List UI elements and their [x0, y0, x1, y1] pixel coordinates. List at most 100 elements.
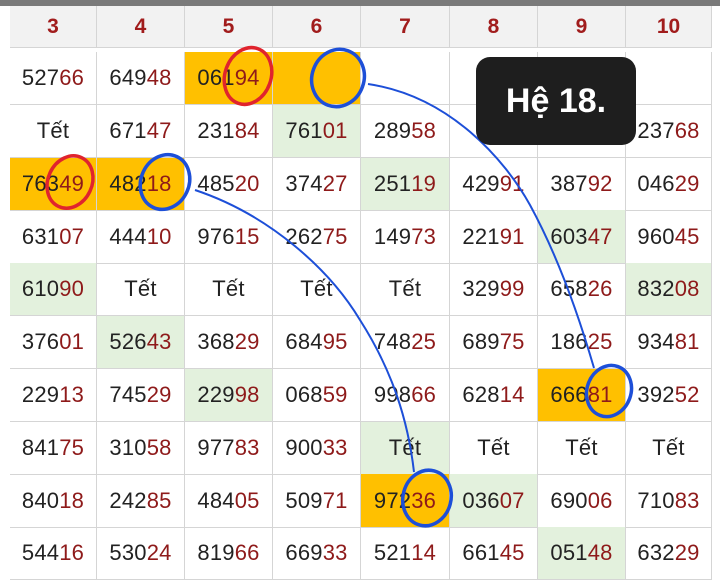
number-prefix: 051 [550, 540, 588, 566]
result-cell-r4-c9: 603 47 [538, 210, 626, 264]
result-cell-r7-c3: 229 13 [10, 368, 97, 423]
number-prefix: 977 [197, 434, 235, 460]
result-cell-r7-c8: 628 14 [450, 368, 538, 423]
number-last-two: 81 [674, 329, 700, 355]
number-prefix: 934 [637, 329, 675, 355]
number-prefix: 544 [21, 540, 60, 566]
result-cell-r10-c7: 521 14 [361, 527, 450, 581]
column-header-9: 9 [538, 6, 626, 48]
number-prefix: 484 [197, 487, 235, 513]
number-prefix: 832 [637, 276, 675, 302]
result-cell-r2-c7: 289 58 [361, 104, 450, 159]
number-prefix: 229 [197, 381, 235, 407]
number-prefix: 840 [21, 487, 60, 513]
number-prefix: 684 [285, 329, 323, 355]
number-last-two: 85 [146, 487, 172, 513]
number-prefix: 509 [285, 487, 323, 513]
number-prefix: 429 [462, 170, 500, 196]
number-last-two: 75 [59, 434, 85, 460]
number-last-two: 73 [411, 223, 437, 249]
result-cell-r7-c6: 068 59 [273, 368, 361, 423]
number-prefix: 046 [637, 170, 675, 196]
number-last-two: 29 [234, 329, 260, 355]
number-prefix: 748 [373, 329, 412, 355]
result-cell-r5-c8: 329 99 [450, 263, 538, 317]
result-cell-r6-c3: 376 01 [10, 316, 97, 370]
number-prefix: 745 [109, 381, 147, 407]
result-cell-r8-c5: 977 83 [185, 421, 273, 475]
result-cell-r10-c4: 530 24 [97, 527, 185, 581]
number-last-two: 08 [674, 276, 700, 302]
number-prefix: 761 [285, 117, 323, 143]
result-cell-r5-c6: Tết [273, 263, 361, 317]
number-prefix: 819 [197, 540, 235, 566]
number-last-two: 14 [411, 540, 437, 566]
number-last-two: 43 [146, 329, 172, 355]
number-last-two: 15 [234, 223, 260, 249]
right-edge [712, 56, 720, 584]
result-cell-r2-c10: 237 68 [626, 104, 712, 159]
number-prefix: 149 [373, 223, 412, 249]
number-prefix: 061 [197, 65, 235, 91]
result-cell-r9-c5: 484 05 [185, 474, 273, 528]
result-cell-r5-c4: Tết [97, 263, 185, 317]
number-last-two: 49 [59, 170, 85, 196]
number-prefix: 289 [373, 117, 412, 143]
number-last-two: 01 [322, 117, 348, 143]
result-cell-r1-c10 [626, 52, 712, 106]
number-prefix: 610 [21, 276, 60, 302]
result-cell-r9-c7: 972 36 [361, 474, 450, 528]
result-cell-r3-c5: 485 20 [185, 157, 273, 211]
number-last-two: 18 [146, 170, 172, 196]
result-cell-r3-c6: 374 27 [273, 157, 361, 211]
result-cell-r7-c10: 392 52 [626, 368, 712, 423]
result-cell-r5-c7: Tết [361, 263, 450, 317]
number-prefix: 242 [109, 487, 147, 513]
number-last-two: 48 [146, 65, 172, 91]
number-prefix: 998 [373, 381, 412, 407]
number-prefix: 669 [285, 540, 323, 566]
result-cell-r8-c3: 841 75 [10, 421, 97, 475]
number-prefix: 530 [109, 540, 147, 566]
number-prefix: 900 [285, 434, 323, 460]
column-header-8: 8 [450, 6, 538, 48]
result-cell-r3-c9: 387 92 [538, 157, 626, 211]
result-cell-r10-c10: 632 29 [626, 527, 712, 581]
number-last-two: 58 [146, 434, 172, 460]
number-last-two: 81 [587, 381, 613, 407]
number-prefix: 658 [550, 276, 588, 302]
result-cell-r7-c9: 666 81 [538, 368, 626, 423]
number-last-two: 06 [587, 487, 613, 513]
number-prefix: 482 [109, 170, 147, 196]
left-edge [0, 56, 10, 584]
result-cell-r8-c7: Tết [361, 421, 450, 475]
number-prefix: 841 [21, 434, 60, 460]
number-prefix: 329 [462, 276, 500, 302]
number-last-two: 91 [499, 170, 525, 196]
number-last-two: 91 [499, 223, 525, 249]
result-cell-r3-c7: 251 19 [361, 157, 450, 211]
result-cell-r9-c9: 690 06 [538, 474, 626, 528]
result-cell-r1-c7 [361, 52, 450, 106]
number-prefix: 262 [285, 223, 323, 249]
number-last-two: 83 [674, 487, 700, 513]
number-prefix: 972 [373, 487, 412, 513]
number-last-two: 90 [59, 276, 85, 302]
number-prefix: 632 [637, 540, 675, 566]
column-header-10: 10 [626, 6, 712, 48]
result-cell-r2-c3: Tết [10, 104, 97, 159]
number-last-two: 26 [587, 276, 613, 302]
result-cell-r9-c8: 036 07 [450, 474, 538, 528]
number-prefix: 068 [285, 381, 323, 407]
result-cell-r1-c4: 649 48 [97, 52, 185, 106]
number-last-two: 14 [499, 381, 525, 407]
number-last-two: 16 [59, 540, 85, 566]
column-header-4: 4 [97, 6, 185, 48]
number-last-two: 75 [322, 223, 348, 249]
result-cell-r9-c10: 710 83 [626, 474, 712, 528]
result-cell-r10-c3: 544 16 [10, 527, 97, 581]
column-header-3: 3 [10, 6, 97, 48]
result-cell-r3-c10: 046 29 [626, 157, 712, 211]
number-last-two: 95 [322, 329, 348, 355]
number-last-two: 47 [146, 117, 172, 143]
